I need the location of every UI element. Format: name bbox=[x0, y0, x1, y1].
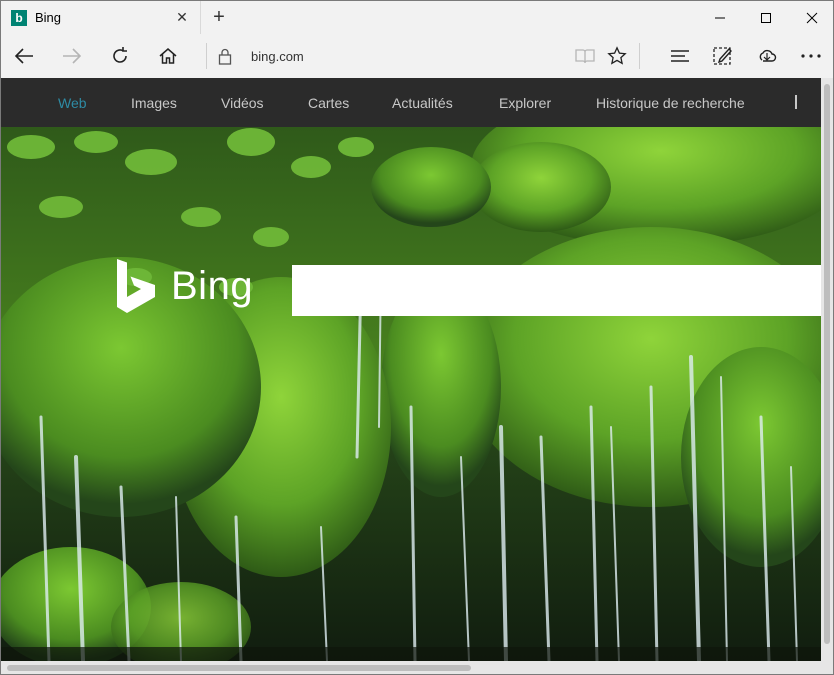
nav-news[interactable]: Actualités bbox=[392, 95, 453, 111]
close-icon bbox=[806, 12, 818, 23]
hub-icon bbox=[671, 50, 689, 62]
nav-maps[interactable]: Cartes bbox=[308, 95, 349, 111]
nav-images[interactable]: Images bbox=[131, 95, 177, 111]
vertical-scroll-thumb[interactable] bbox=[824, 84, 830, 644]
tab-close-icon[interactable]: ✕ bbox=[172, 9, 192, 26]
nav-web[interactable]: Web bbox=[58, 95, 87, 111]
horizontal-scroll-thumb[interactable] bbox=[7, 665, 471, 671]
maximize-button[interactable] bbox=[743, 1, 789, 34]
nav-videos[interactable]: Vidéos bbox=[221, 95, 264, 111]
url-text[interactable]: bing.com bbox=[251, 49, 304, 64]
reading-view-icon bbox=[575, 49, 595, 64]
nav-explore[interactable]: Explorer bbox=[499, 95, 551, 111]
back-button[interactable] bbox=[6, 39, 42, 73]
web-note-icon bbox=[713, 47, 732, 65]
tab-title: Bing bbox=[35, 10, 62, 25]
address-bar[interactable]: bing.com bbox=[213, 39, 563, 73]
nav-search-history[interactable]: Historique de recherche bbox=[596, 95, 745, 111]
bing-b-logo-icon bbox=[117, 259, 155, 313]
minimize-button[interactable] bbox=[697, 1, 743, 34]
web-note-button[interactable] bbox=[705, 39, 741, 73]
more-icon bbox=[801, 54, 821, 58]
favorite-star-icon bbox=[607, 46, 627, 65]
bing-logo[interactable]: Bing bbox=[115, 257, 253, 315]
browser-window: b Bing ✕ + bing.com Web Images Vidéos Ca… bbox=[0, 0, 834, 675]
bing-favicon-icon: b bbox=[11, 9, 27, 26]
new-tab-button[interactable]: + bbox=[206, 5, 232, 29]
forward-icon bbox=[63, 48, 82, 64]
back-icon bbox=[14, 48, 33, 64]
refresh-button[interactable] bbox=[102, 39, 138, 73]
more-button[interactable] bbox=[793, 39, 829, 73]
close-window-button[interactable] bbox=[789, 1, 833, 34]
forward-button[interactable] bbox=[54, 39, 90, 73]
toolbar-separator bbox=[639, 43, 640, 69]
nav-divider bbox=[795, 95, 797, 109]
share-icon bbox=[759, 49, 777, 62]
reading-view-button[interactable] bbox=[567, 39, 603, 73]
vertical-scrollbar[interactable] bbox=[821, 78, 833, 661]
home-button[interactable] bbox=[150, 39, 186, 73]
toolbar-separator bbox=[206, 43, 207, 69]
share-button[interactable] bbox=[749, 39, 785, 73]
title-bar: b Bing ✕ + bbox=[1, 1, 833, 34]
address-toolbar: bing.com bbox=[1, 34, 833, 78]
background-image-moss-waterfall: Bing bbox=[1, 127, 821, 661]
horizontal-scrollbar[interactable] bbox=[1, 661, 833, 674]
search-input[interactable] bbox=[292, 265, 821, 316]
page-viewport: Web Images Vidéos Cartes Actualités Expl… bbox=[1, 78, 821, 661]
home-icon bbox=[159, 48, 177, 64]
bing-top-nav: Web Images Vidéos Cartes Actualités Expl… bbox=[1, 78, 821, 127]
bing-logo-text: Bing bbox=[171, 263, 254, 308]
favorite-button[interactable] bbox=[599, 39, 635, 73]
minimize-icon bbox=[715, 17, 725, 18]
tab-bing[interactable]: b Bing ✕ bbox=[1, 1, 201, 34]
hub-button[interactable] bbox=[662, 39, 698, 73]
maximize-icon bbox=[761, 12, 771, 23]
background-illustration bbox=[1, 127, 821, 661]
lock-icon bbox=[218, 48, 232, 65]
refresh-icon bbox=[113, 47, 127, 63]
